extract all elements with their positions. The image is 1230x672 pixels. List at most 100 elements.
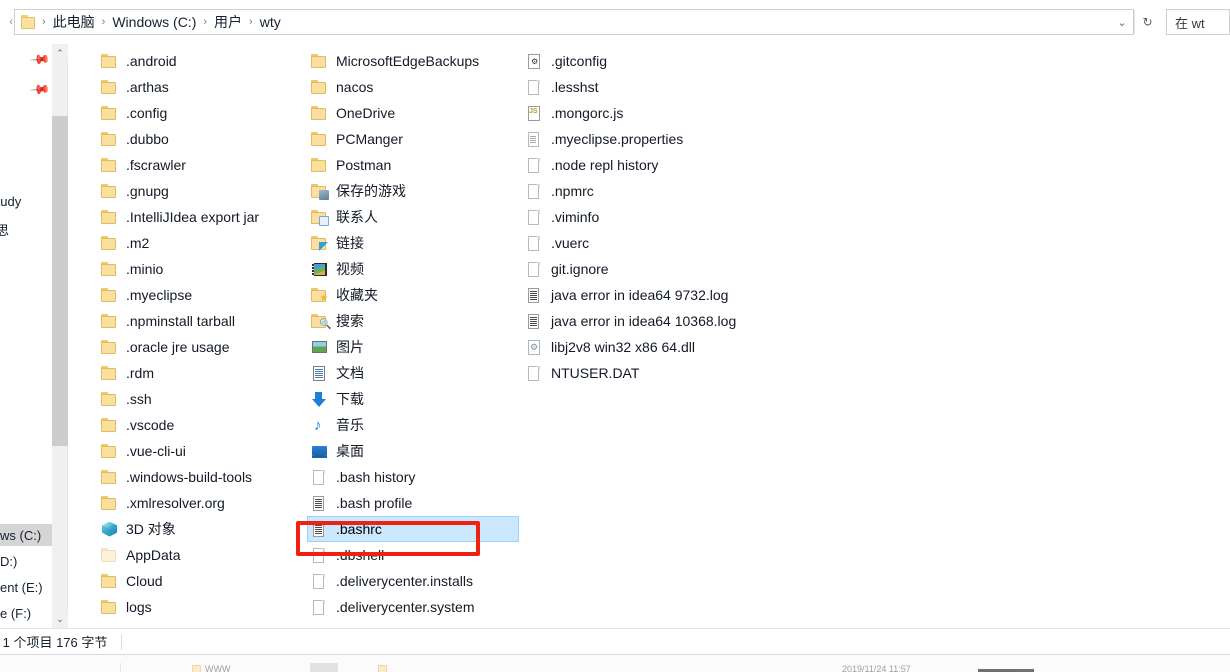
file-item[interactable]: .m2 — [97, 230, 269, 256]
file-item[interactable]: .myeclipse.properties — [522, 126, 746, 152]
file-item-label: .lesshst — [551, 79, 599, 95]
file-item[interactable]: ♪ 音乐 — [307, 412, 519, 438]
file-item[interactable]: AppData — [97, 542, 269, 568]
file-item[interactable]: Postman — [307, 152, 519, 178]
file-item[interactable]: 下载 — [307, 386, 519, 412]
file-item[interactable]: PCManger — [307, 126, 519, 152]
scroll-up-icon[interactable]: ⌃ — [52, 44, 68, 62]
file-item[interactable]: 图片 — [307, 334, 519, 360]
file-item[interactable]: nacos — [307, 74, 519, 100]
breadcrumb-item-users[interactable]: 用户 — [210, 12, 246, 32]
file-item-label: .mongorc.js — [551, 105, 624, 121]
file-item-label: .gitconfig — [551, 53, 608, 69]
scroll-down-icon[interactable]: ⌄ — [52, 610, 68, 628]
file-item[interactable]: .viminfo — [522, 204, 746, 230]
search-input[interactable]: 在 wt — [1166, 9, 1230, 35]
file-item[interactable]: 🔍 搜索 — [307, 308, 519, 334]
file-item[interactable]: MicrosoftEdgeBackups — [307, 48, 519, 74]
file-item[interactable]: .npmrc — [522, 178, 746, 204]
file-item[interactable]: .arthas — [97, 74, 269, 100]
status-divider — [121, 633, 123, 650]
file-item-label: logs — [126, 599, 152, 615]
file-item[interactable]: .android — [97, 48, 269, 74]
navigation-scrollbar[interactable]: ⌃ ⌄ — [52, 44, 68, 628]
folder-icon — [101, 417, 118, 433]
breadcrumb[interactable]: › 此电脑 › Windows (C:) › 用户 › wty — [15, 10, 1111, 34]
file-item[interactable]: 联系人 — [307, 204, 519, 230]
file-item-label: .vscode — [126, 417, 175, 433]
nav-item-fragment[interactable]: 思 — [0, 218, 9, 240]
file-item-label: 图片 — [336, 339, 364, 355]
background-item-3: 2019/11/24 11:57 — [842, 663, 911, 672]
file-list-pane[interactable]: .android .arthas .config .dubbo .fscrawler .g… — [69, 44, 1230, 628]
documents-icon — [311, 365, 328, 381]
file-item[interactable]: ⚙ libj2v8 win32 x86 64.dll — [522, 334, 746, 360]
file-item[interactable]: git.ignore — [522, 256, 746, 282]
folder-icon — [101, 79, 118, 95]
file-item[interactable]: .xmlresolver.org — [97, 490, 269, 516]
file-item[interactable]: 保存的游戏 — [307, 178, 519, 204]
file-item[interactable]: .fscrawler — [97, 152, 269, 178]
file-item[interactable]: logs — [97, 594, 269, 620]
file-item[interactable]: .node repl history — [522, 152, 746, 178]
breadcrumb-item-wty[interactable]: wty — [256, 14, 285, 30]
file-item[interactable]: .IntelliJIdea export jar — [97, 204, 269, 230]
file-item[interactable]: .deliverycenter.system — [307, 594, 519, 620]
file-item[interactable]: java error in idea64 9732.log — [522, 282, 746, 308]
file-item[interactable]: .minio — [97, 256, 269, 282]
chevron-down-icon[interactable]: ⌄ — [1111, 10, 1133, 34]
file-item-label: .bashrc — [336, 521, 382, 537]
file-item[interactable]: .vue-cli-ui — [97, 438, 269, 464]
file-item[interactable]: ★ 收藏夹 — [307, 282, 519, 308]
file-item[interactable]: .rdm — [97, 360, 269, 386]
file-item[interactable]: .npminstall tarball — [97, 308, 269, 334]
file-item[interactable]: .vuerc — [522, 230, 746, 256]
file-item[interactable]: 文档 — [307, 360, 519, 386]
nav-item-windows-c[interactable]: ws (C:) — [0, 524, 52, 546]
file-item[interactable]: .windows-build-tools — [97, 464, 269, 490]
file-item[interactable]: OneDrive — [307, 100, 519, 126]
file-item-label: nacos — [336, 79, 374, 95]
file-item-label: .minio — [126, 261, 164, 277]
scrollbar-thumb[interactable] — [52, 116, 68, 446]
pin-icon[interactable]: 📌 — [29, 79, 51, 102]
file-item[interactable]: Cloud — [97, 568, 269, 594]
file-item[interactable]: java error in idea64 10368.log — [522, 308, 746, 334]
folder-links-icon — [311, 235, 328, 251]
file-item[interactable]: .bash profile — [307, 490, 519, 516]
file-item[interactable]: .oracle jre usage — [97, 334, 269, 360]
file-item[interactable]: .vscode — [97, 412, 269, 438]
file-item[interactable]: NTUSER.DAT — [522, 360, 746, 386]
file-item[interactable]: .myeclipse — [97, 282, 269, 308]
file-item[interactable]: .ssh — [97, 386, 269, 412]
file-item[interactable]: .config — [97, 100, 269, 126]
breadcrumb-item-this-pc[interactable]: 此电脑 — [49, 12, 99, 32]
folder-icon — [101, 313, 118, 329]
file-item-label: 联系人 — [336, 209, 378, 225]
file-item[interactable]: .dbshell — [307, 542, 519, 568]
file-item[interactable]: 桌面 — [307, 438, 519, 464]
text-file-icon — [311, 521, 328, 537]
file-item-selected[interactable]: .bashrc — [307, 516, 519, 542]
refresh-icon[interactable]: ↻ — [1134, 10, 1160, 34]
file-item[interactable]: 链接 — [307, 230, 519, 256]
address-bar[interactable]: › 此电脑 › Windows (C:) › 用户 › wty ⌄ — [14, 9, 1134, 35]
folder-icon — [101, 53, 118, 69]
nav-item-drive-d[interactable]: D:) — [0, 550, 17, 572]
file-item[interactable]: .bash history — [307, 464, 519, 490]
file-item[interactable]: .lesshst — [522, 74, 746, 100]
navigation-pane[interactable]: 📌 📌 Study 思 ws (C:) D:) ent (E:) e (F:) — [0, 44, 52, 628]
pin-icon[interactable]: 📌 — [29, 49, 51, 72]
back-button[interactable]: ‹ — [0, 0, 14, 44]
nav-item-drive-e[interactable]: ent (E:) — [0, 576, 43, 598]
breadcrumb-item-windows-c[interactable]: Windows (C:) — [108, 14, 200, 30]
nav-item-study[interactable]: Study — [0, 190, 21, 212]
file-item[interactable]: 视频 — [307, 256, 519, 282]
file-item[interactable]: JS .mongorc.js — [522, 100, 746, 126]
file-item[interactable]: .dubbo — [97, 126, 269, 152]
nav-item-drive-f[interactable]: e (F:) — [0, 602, 31, 624]
file-item[interactable]: .deliverycenter.installs — [307, 568, 519, 594]
file-item[interactable]: .gnupg — [97, 178, 269, 204]
file-item[interactable]: ⚙ .gitconfig — [522, 48, 746, 74]
file-item[interactable]: 3D 对象 — [97, 516, 269, 542]
